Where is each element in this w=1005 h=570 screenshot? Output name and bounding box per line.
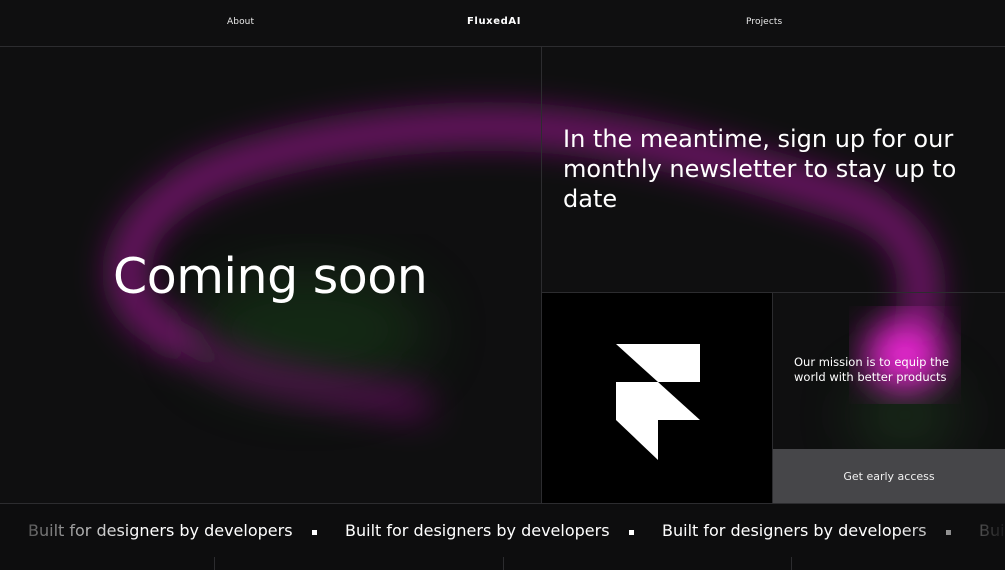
square-bullet-icon	[312, 530, 317, 535]
marquee-item: Built for designers by developers	[345, 521, 610, 540]
footer-divider	[503, 557, 504, 570]
hero-title: Coming soon	[113, 248, 428, 305]
footer-divider	[791, 557, 792, 570]
nav-about-link[interactable]: About	[227, 17, 254, 27]
newsletter-text: In the meantime, sign up for our monthly…	[563, 125, 957, 213]
nav-projects-link[interactable]: Projects	[746, 17, 782, 27]
marquee-item: Built for designers by developers	[979, 521, 1005, 540]
framer-logo-icon	[616, 344, 700, 460]
mission-text: Our mission is to equip the world with b…	[794, 355, 950, 384]
brand-logo-text[interactable]: FluxedAI	[467, 16, 521, 27]
marquee-item: Built for designers by developers	[28, 521, 293, 540]
square-bullet-icon	[946, 530, 951, 535]
logo-panel	[542, 293, 772, 503]
get-early-access-button[interactable]: Get early access	[773, 449, 1005, 503]
nav-divider	[0, 46, 1005, 47]
top-nav: About FluxedAI Projects	[0, 0, 1005, 46]
marquee-banner: Built for designers by developers Built …	[0, 504, 1005, 556]
footer-strip	[0, 556, 1005, 570]
marquee-item: Built for designers by developers	[662, 521, 927, 540]
footer-divider	[214, 557, 215, 570]
square-bullet-icon	[629, 530, 634, 535]
